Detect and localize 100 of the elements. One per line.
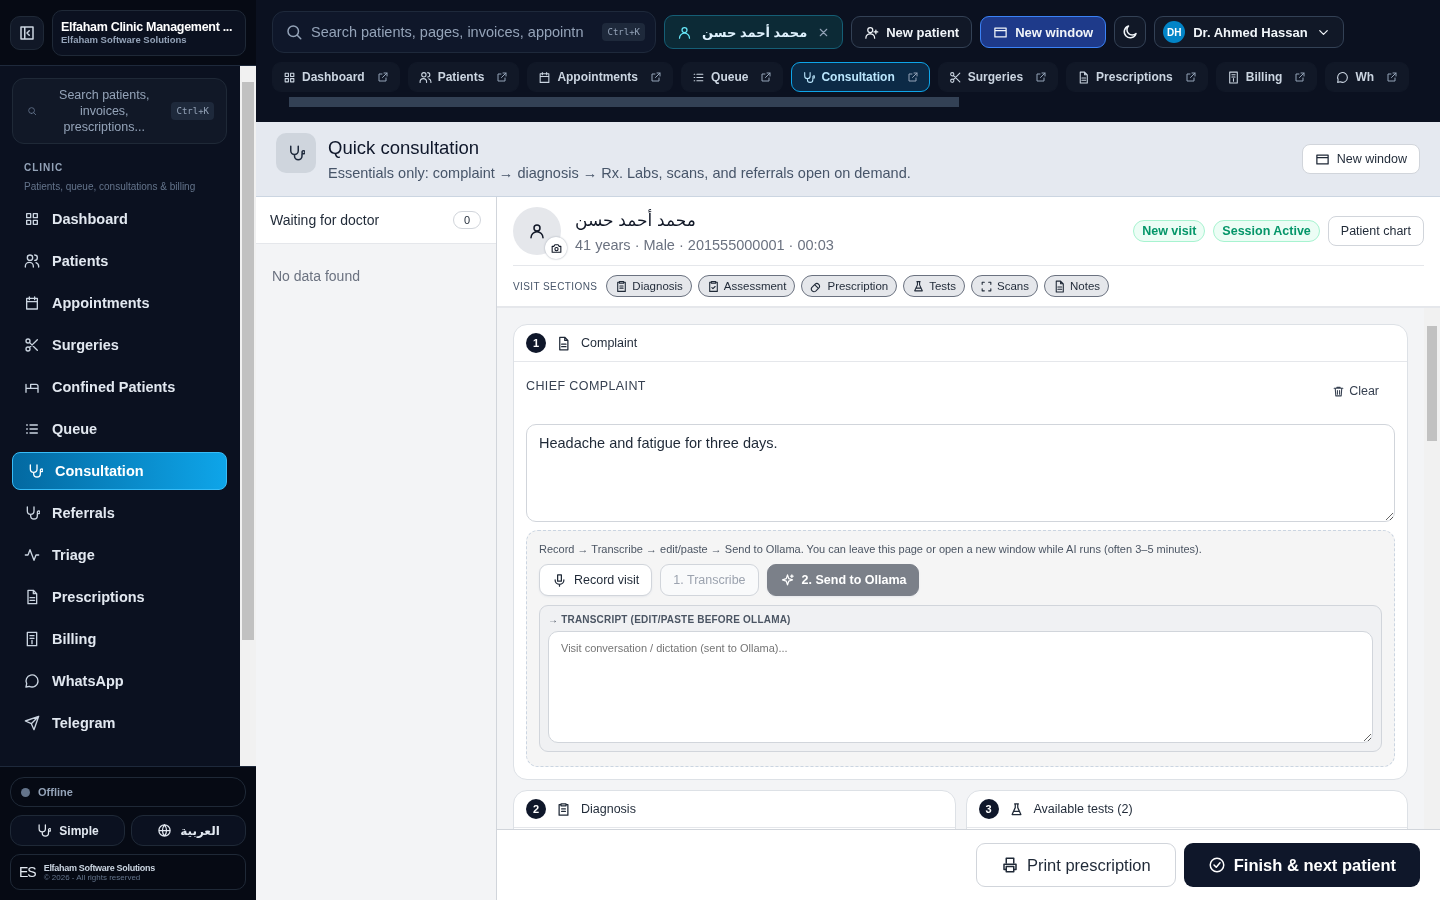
section-chip[interactable]: Prescription: [801, 275, 898, 297]
status-badge: New visit: [1133, 220, 1206, 242]
section-chip[interactable]: Tests: [903, 275, 966, 297]
clipboard-icon: [556, 801, 571, 817]
mode-button[interactable]: Simple: [10, 815, 125, 846]
globe-icon: [157, 823, 173, 838]
sidebar-item[interactable]: Prescriptions: [12, 578, 227, 616]
scrollbar[interactable]: [1424, 308, 1440, 829]
card-title: Complaint: [581, 336, 638, 350]
chat-icon: [24, 673, 40, 689]
page-tab[interactable]: Surgeries: [937, 62, 1059, 92]
theme-toggle-button[interactable]: [1114, 16, 1147, 48]
external-link-icon[interactable]: [650, 71, 663, 83]
sidebar-toggle-button[interactable]: [10, 15, 44, 50]
flask-icon: [1008, 801, 1024, 817]
section-chip[interactable]: Diagnosis: [606, 275, 692, 297]
global-search-field[interactable]: Search patients, pages, invoices, appointn Ctrl+K: [272, 11, 656, 53]
page-title: Quick consultation: [328, 137, 481, 159]
page-tab[interactable]: Patients: [407, 62, 520, 92]
page-tab[interactable]: Prescriptions: [1066, 62, 1208, 92]
patient-chip[interactable]: محمد أحمد حسن: [664, 15, 844, 49]
send-icon: [24, 715, 40, 731]
section-subtitle: Patients, queue, consultations & billing: [24, 181, 197, 192]
search-placeholder: Search patients, invoices, prescriptions...: [58, 87, 151, 135]
app-subtitle: Elfaham Software Solutions: [61, 34, 188, 45]
external-link-icon[interactable]: [1035, 71, 1048, 83]
external-link-icon[interactable]: [760, 71, 773, 83]
section-title: CLINIC: [24, 162, 65, 173]
grid-icon: [24, 211, 40, 227]
language-button[interactable]: العربية: [131, 815, 246, 846]
complaint-field[interactable]: Headache and fatigue for three days.: [526, 424, 1395, 522]
queue-title: Waiting for doctor: [270, 212, 380, 228]
sidebar-item[interactable]: Appointments: [12, 284, 227, 322]
sidebar-item[interactable]: Patients: [12, 242, 227, 280]
external-link-icon[interactable]: [906, 71, 919, 83]
sidebar-icon: [18, 23, 36, 42]
user-avatar: DH: [1163, 21, 1186, 43]
clear-button[interactable]: Clear: [1326, 383, 1385, 399]
external-link-icon[interactable]: [1184, 71, 1197, 83]
step-number: 3: [978, 799, 999, 819]
transcript-field[interactable]: Visit conversation / dictation (sent to Ollama)...: [548, 631, 1373, 743]
stethoscope-icon: [36, 823, 52, 838]
page-tab[interactable]: Appointments: [527, 62, 674, 92]
external-link-icon[interactable]: [1386, 71, 1399, 83]
sidebar-item[interactable]: Telegram: [12, 704, 227, 742]
sidebar-item[interactable]: Triage: [12, 536, 227, 574]
receipt-icon: [1226, 70, 1240, 84]
sidebar-search-field[interactable]: Search patients, invoices, prescriptions... Ctrl+K: [12, 78, 227, 144]
section-chip[interactable]: Scans: [971, 275, 1038, 297]
clipboard-check-icon: [706, 279, 720, 293]
company-name: Elfaham Software Solutions: [43, 862, 155, 873]
company-logo: ES: [19, 864, 36, 880]
user-plus-icon: [864, 24, 880, 40]
page-tab[interactable]: Queue: [681, 62, 784, 92]
microphone-icon: [552, 572, 567, 588]
sidebar-item[interactable]: Dashboard: [12, 200, 227, 238]
record-button[interactable]: Record visit: [539, 564, 653, 596]
page-tab[interactable]: Consultation: [791, 62, 930, 92]
new-window-button[interactable]: New window: [980, 16, 1107, 48]
field-label: CHIEF COMPLAINT: [526, 379, 646, 393]
clipboard-icon: [615, 279, 629, 293]
camera-icon[interactable]: [545, 237, 567, 259]
transcript-label: → TRANSCRIPT (EDIT/PASTE BEFORE OLLAMA): [548, 614, 792, 625]
section-chip[interactable]: Assessment: [697, 275, 796, 297]
card-title: Available tests (2): [1033, 802, 1133, 816]
send-button[interactable]: 2. Send to Ollama: [766, 564, 920, 596]
sparkles-icon: [779, 572, 795, 588]
finish-button[interactable]: Finish & next patient: [1183, 843, 1420, 887]
external-link-icon[interactable]: [376, 71, 389, 83]
sidebar-item[interactable]: Queue: [12, 410, 227, 448]
user-icon: [677, 24, 692, 40]
sidebar-item[interactable]: Billing: [12, 620, 227, 658]
moon-icon: [1121, 23, 1140, 41]
sidebar-item[interactable]: WhatsApp: [12, 662, 227, 700]
sidebar-item[interactable]: Surgeries: [12, 326, 227, 364]
section-chip[interactable]: Notes: [1044, 275, 1110, 297]
new-patient-button[interactable]: New patient: [851, 16, 973, 48]
sidebar-item[interactable]: Consultation: [12, 452, 227, 490]
page-tab[interactable]: Billing: [1215, 62, 1318, 92]
search-placeholder: Search patients, pages, invoices, appointn: [311, 24, 585, 40]
patient-name: محمد أحمد حسن: [702, 24, 808, 40]
sidebar-item[interactable]: Confined Patients: [12, 368, 227, 406]
ai-hint: Record → Transcribe → edit/paste → Send to Ollama. You can leave this page or open a new window while AI runs (often 3–5 minutes).: [539, 543, 1203, 555]
user-menu-button[interactable]: DH Dr. Ahmed Hassan: [1154, 16, 1344, 48]
external-link-icon[interactable]: [496, 71, 509, 83]
step-number: 2: [526, 799, 546, 819]
new-window-button[interactable]: New window: [1301, 144, 1420, 174]
stethoscope-icon: [802, 70, 816, 84]
receipt-icon: [24, 631, 40, 647]
document-icon: [1077, 70, 1091, 84]
patient-chart-button[interactable]: Patient chart: [1327, 216, 1424, 246]
sidebar-item[interactable]: Referrals: [12, 494, 227, 532]
app-title: Elfaham Clinic Management ...: [61, 20, 234, 34]
calendar-icon: [538, 70, 552, 84]
scrollbar[interactable]: [240, 66, 256, 766]
trash-icon: [1332, 384, 1346, 398]
page-tab[interactable]: Dashboard: [272, 62, 400, 92]
print-prescription-button[interactable]: Print prescription: [975, 843, 1176, 887]
page-tab[interactable]: Wh: [1325, 62, 1410, 92]
external-link-icon[interactable]: [1294, 71, 1307, 83]
